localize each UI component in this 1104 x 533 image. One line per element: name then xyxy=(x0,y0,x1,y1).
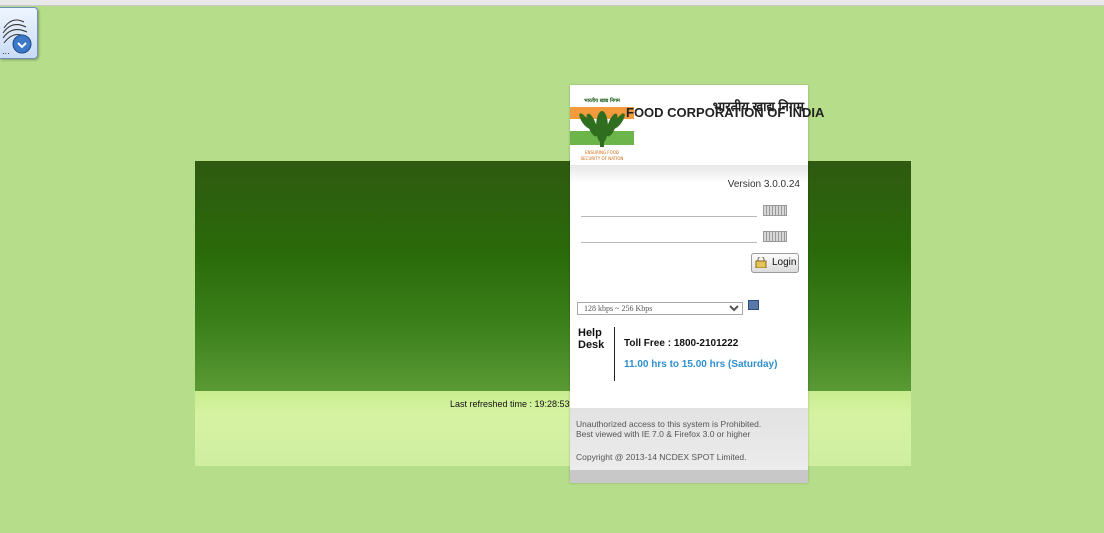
version-label: Version 3.0.0.24 xyxy=(727,179,800,190)
username-input[interactable] xyxy=(581,202,757,217)
footer: Unauthorized access to this system is Pr… xyxy=(570,408,808,470)
legal-notice: Unauthorized access to this system is Pr… xyxy=(576,419,762,439)
svg-text:भारतीय खाद्य निगम: भारतीय खाद्य निगम xyxy=(584,97,621,104)
fingerprint-icon: ... xyxy=(2,19,32,56)
svg-text:SECURITY OF NATION: SECURITY OF NATION xyxy=(581,156,624,161)
desktop-app-icon[interactable]: ... xyxy=(0,7,38,59)
login-form: Version 3.0.0.24 Login 128 kbps ~ 256 Kb… xyxy=(570,165,808,408)
virtual-keyboard-icon[interactable] xyxy=(763,205,787,216)
header: भारतीय खाद्य निगम ENSURING FOOD SECURITY… xyxy=(570,85,825,165)
help-desk-label: Help Desk xyxy=(578,327,605,351)
lock-icon xyxy=(755,257,767,268)
svg-text:...: ... xyxy=(2,47,10,56)
last-refreshed-time: Last refreshed time : 19:28:53 xyxy=(450,399,570,409)
browser-top-strip xyxy=(0,0,1104,6)
org-name: FOOD CORPORATION OF INDIA xyxy=(626,105,825,120)
fci-logo: भारतीय खाद्य निगम ENSURING FOOD SECURITY… xyxy=(570,87,634,163)
help-divider xyxy=(614,327,615,381)
password-input[interactable] xyxy=(581,228,757,243)
panel-bottom-strip xyxy=(570,470,808,483)
svg-text:ENSURING FOOD: ENSURING FOOD xyxy=(585,150,619,155)
virtual-keyboard-icon[interactable] xyxy=(763,231,787,242)
copyright: Copyright @ 2013-14 NCDEX SPOT Limited. xyxy=(576,452,747,462)
help-hours: 11.00 hrs to 15.00 hrs (Saturday) xyxy=(624,359,778,370)
speed-test-icon[interactable] xyxy=(748,300,759,310)
connection-speed-select[interactable]: 128 kbps ~ 256 Kbps xyxy=(577,302,743,315)
login-panel: भारतीय खाद्य निगम ENSURING FOOD SECURITY… xyxy=(570,85,825,483)
toll-free-number: Toll Free : 1800-2101222 xyxy=(624,338,739,349)
